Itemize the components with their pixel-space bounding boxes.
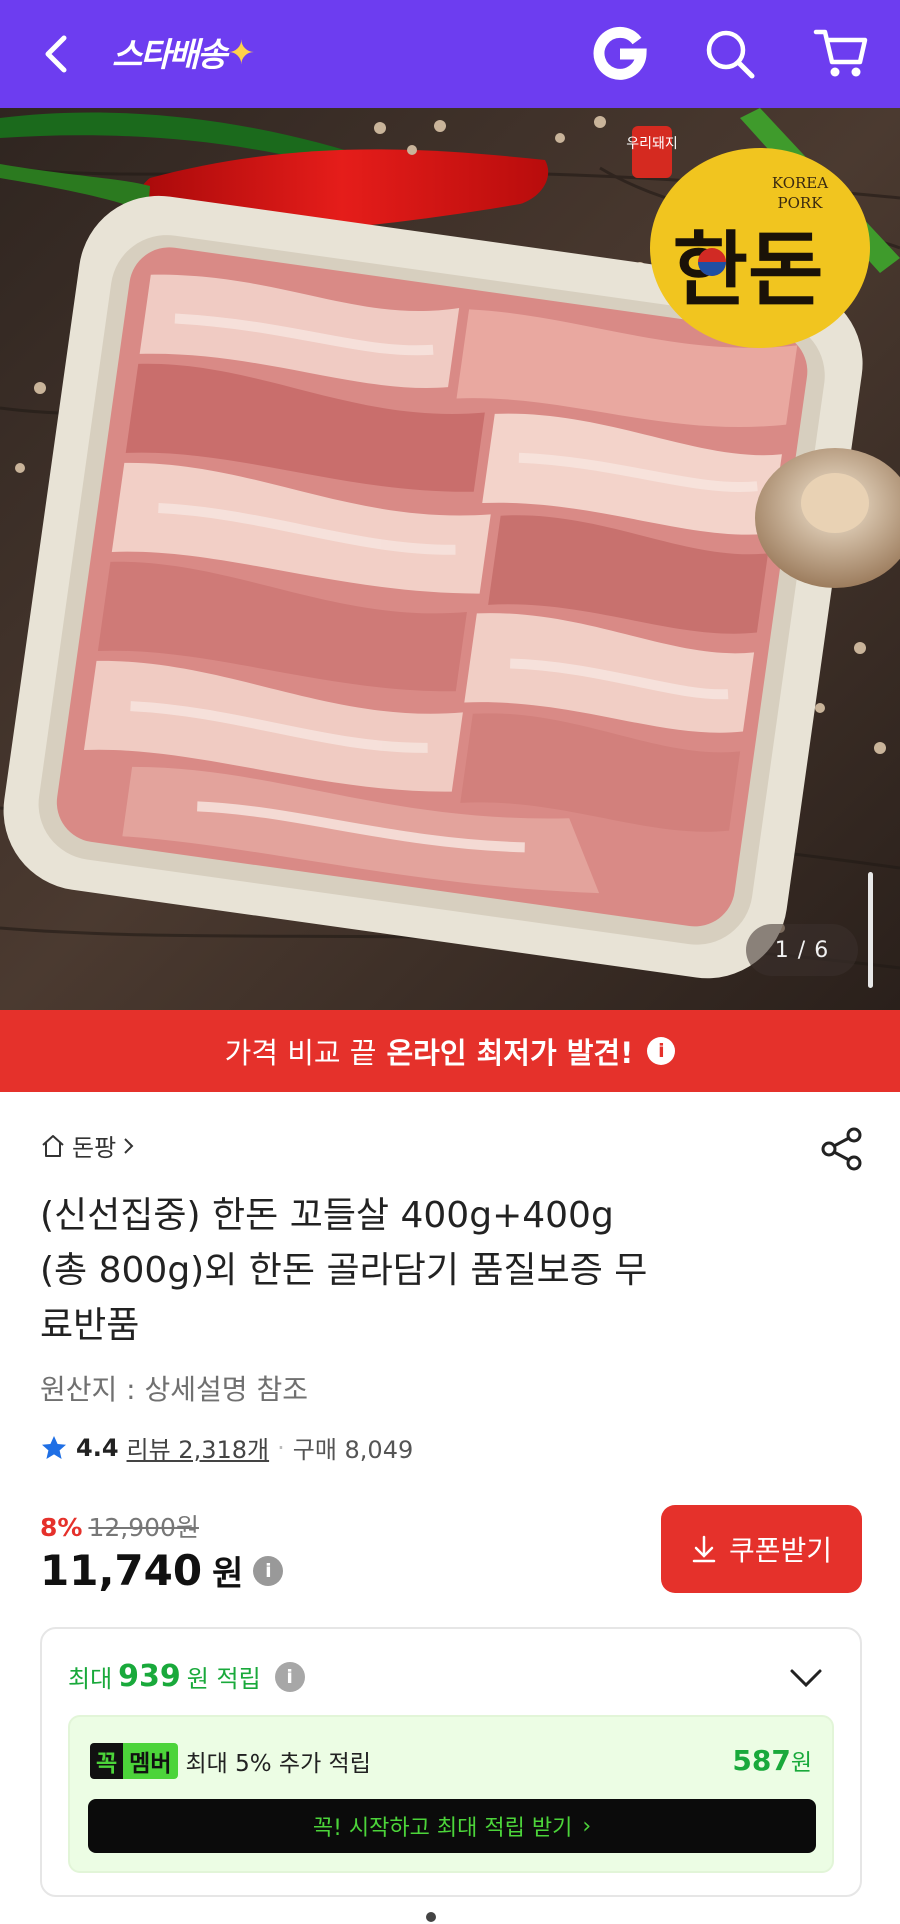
start-membership-label: 꼭! 시작하고 최대 적립 받기 <box>312 1816 573 1841</box>
lowest-price-banner[interactable]: 가격 비교 끝 온라인 최저가 발견! i <box>0 1010 900 1092</box>
member-points: 587원 <box>732 1743 812 1777</box>
logo-badge-top: 우리돼지 <box>626 136 678 152</box>
g-logo-icon[interactable] <box>590 22 650 82</box>
sparkle-icon: ✦ <box>227 32 255 72</box>
start-membership-button[interactable]: 꼭! 시작하고 최대 적립 받기 › <box>88 1799 816 1853</box>
breadcrumb[interactable]: 돈팡 <box>40 1128 136 1163</box>
discount-percent: 8% <box>40 1513 83 1542</box>
download-icon <box>692 1535 716 1563</box>
rating-row: 4.4 리뷰 2,318개 · 구매 8,049 <box>40 1430 413 1465</box>
home-icon <box>42 1134 64 1157</box>
review-count-link[interactable]: 리뷰 2,318개 <box>127 1430 270 1465</box>
member-badge-part-2: 멤버 <box>123 1743 178 1779</box>
product-title-line: (총 800g)외 한돈 골라담기 품질보증 무 <box>40 1250 648 1291</box>
brand-logo[interactable]: 스타배송 ✦ <box>112 28 255 76</box>
logo-en-line-2: PORK <box>778 194 824 212</box>
separator-dot: · <box>277 1433 285 1462</box>
discount-row: 8% 12,900원 <box>40 1508 199 1544</box>
reward-amount: 939 <box>118 1659 181 1694</box>
reward-header[interactable]: 최대 939 원 적립 i <box>68 1659 305 1694</box>
image-counter: 1 / 6 <box>746 924 858 976</box>
member-badge: 꼭 멤버 <box>90 1743 178 1779</box>
purchase-count: 구매 8,049 <box>292 1436 414 1464</box>
product-title: (신선집중) 한돈 꼬들살 400g+400g (총 800g)외 한돈 골라담… <box>40 1188 860 1353</box>
reward-info-icon[interactable]: i <box>274 1661 305 1692</box>
chevron-right-icon: › <box>582 1813 592 1839</box>
logo-ko-text: 한돈 <box>673 222 824 318</box>
sale-price: 11,740 원 i <box>40 1546 284 1595</box>
member-benefit-panel: 꼭 멤버 최대 5% 추가 적립 587원 꼭! 시작하고 최대 적립 받기 › <box>68 1715 834 1873</box>
original-price: 12,900원 <box>88 1508 199 1544</box>
price-unit: 원 <box>212 1554 244 1594</box>
chevron-right-icon <box>124 1137 134 1154</box>
rating-score: 4.4 <box>76 1433 119 1462</box>
page-dot <box>426 1912 436 1922</box>
chevron-down-icon[interactable] <box>786 1663 826 1693</box>
coupon-label: 쿠폰받기 <box>728 1534 833 1567</box>
coupon-download-button[interactable]: 쿠폰받기 <box>661 1505 862 1593</box>
product-title-line: 료반품 <box>40 1305 140 1346</box>
share-icon[interactable] <box>820 1126 864 1172</box>
original-price-value: 12,900 <box>88 1513 176 1542</box>
info-icon[interactable]: i <box>647 1037 676 1065</box>
product-title-line: (신선집중) 한돈 꼬들살 400g+400g <box>40 1195 614 1236</box>
breadcrumb-store: 돈팡 <box>72 1134 117 1162</box>
reward-box: 최대 939 원 적립 i 꼭 멤버 최대 5% 추가 적립 587원 꼭! 시… <box>40 1627 862 1897</box>
origin-info: 원산지 : 상세설명 참조 <box>40 1373 308 1406</box>
brand-text: 스타배송 <box>112 35 227 74</box>
member-benefit-text: 최대 5% 추가 적립 <box>185 1751 371 1777</box>
product-photo: 우리돼지 KOREA PORK 한돈 <box>0 108 900 1010</box>
product-image-carousel[interactable]: 우리돼지 KOREA PORK 한돈 <box>0 108 900 1010</box>
back-arrow-icon[interactable] <box>30 26 86 82</box>
original-price-unit: 원 <box>175 1513 199 1542</box>
member-badge-part-1: 꼭 <box>90 1743 124 1779</box>
scroll-indicator <box>868 872 873 988</box>
cart-icon[interactable] <box>810 22 872 84</box>
member-points-unit: 원 <box>790 1750 812 1776</box>
search-icon[interactable] <box>700 24 760 84</box>
reward-suffix: 원 적립 <box>186 1665 261 1693</box>
member-points-value: 587 <box>732 1744 791 1777</box>
price-value: 11,740 <box>40 1546 203 1595</box>
star-icon <box>42 1435 66 1459</box>
price-info-icon[interactable]: i <box>253 1555 284 1586</box>
promo-bold-text: 온라인 최저가 발견! <box>386 1036 634 1070</box>
logo-en-line-1: KOREA <box>772 174 828 192</box>
promo-text: 가격 비교 끝 <box>224 1036 377 1070</box>
top-bar: 스타배송 ✦ <box>0 0 900 108</box>
reward-prefix: 최대 <box>68 1665 113 1693</box>
member-benefit-line: 꼭 멤버 최대 5% 추가 적립 <box>90 1743 371 1779</box>
